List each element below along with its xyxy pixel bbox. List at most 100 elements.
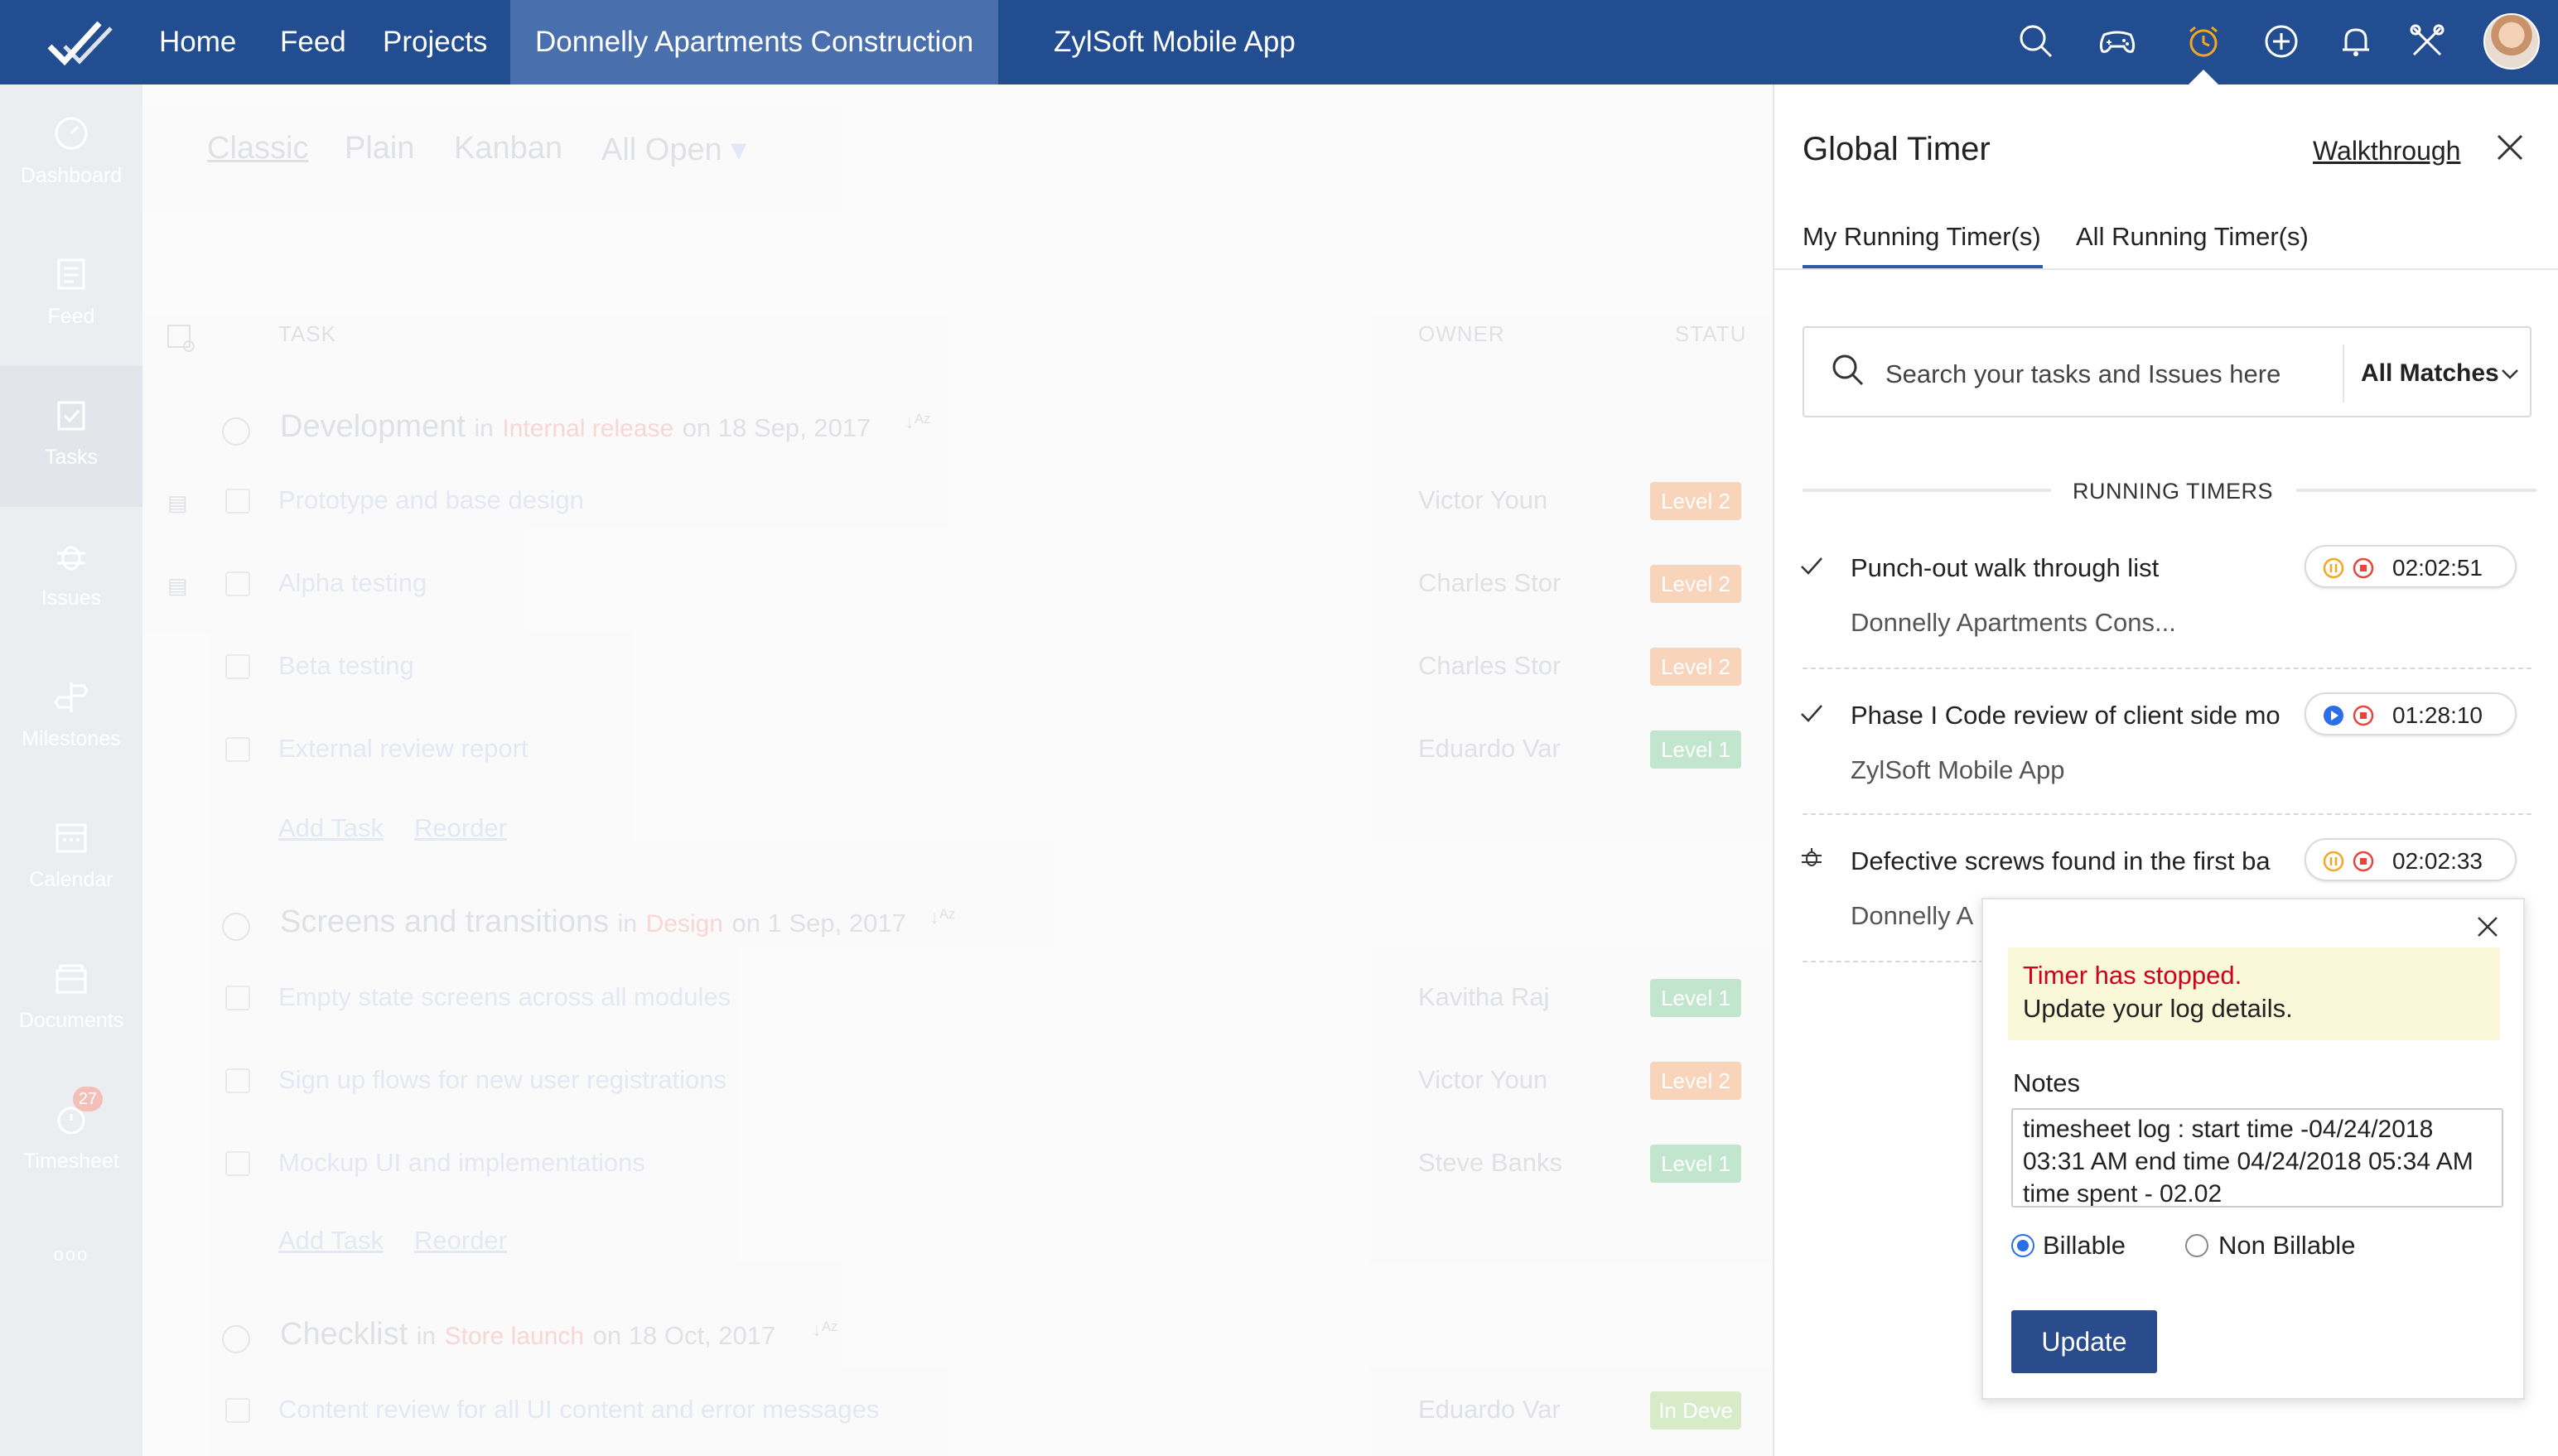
search-input[interactable]: Search your tasks and Issues here xyxy=(1885,359,2280,389)
timer-icon[interactable] xyxy=(2182,20,2225,63)
add-task-link[interactable]: Add Task xyxy=(278,813,384,843)
sort-icon[interactable]: ↓ᴬᶻ xyxy=(812,1319,837,1342)
chevron-down-icon[interactable] xyxy=(2500,364,2520,384)
billable-radio[interactable] xyxy=(2011,1234,2034,1257)
task-checkbox[interactable] xyxy=(225,986,250,1010)
status-badge[interactable]: Level 2 xyxy=(1650,1062,1741,1100)
close-icon[interactable] xyxy=(2475,914,2500,939)
group-collapse-toggle[interactable] xyxy=(222,1325,250,1353)
timer-controls: 02:02:51 xyxy=(2305,545,2517,588)
status-badge[interactable]: Level 2 xyxy=(1650,565,1741,603)
stop-icon[interactable] xyxy=(2353,557,2374,579)
sidebar-item-dashboard[interactable]: Dashboard xyxy=(0,84,142,225)
comment-icon[interactable]: ▤ xyxy=(167,573,188,599)
sidebar-item-label: Timesheet xyxy=(23,1150,119,1173)
task-checkbox[interactable] xyxy=(225,571,250,596)
group-collapse-toggle[interactable] xyxy=(222,913,250,941)
tab-all-running-timers[interactable]: All Running Timer(s) xyxy=(2076,222,2309,252)
status-badge[interactable]: Level 2 xyxy=(1650,648,1741,686)
search-icon[interactable] xyxy=(2015,20,2058,63)
view-tab-classic[interactable]: Classic xyxy=(207,131,308,166)
task-checkbox[interactable] xyxy=(225,737,250,762)
comment-icon[interactable]: ▤ xyxy=(167,490,188,516)
task-name[interactable]: Empty state screens across all modules xyxy=(278,982,731,1012)
add-task-link[interactable]: Add Task xyxy=(278,1226,384,1256)
task-owner: Eduardo Var xyxy=(1418,734,1561,763)
task-checkbox[interactable] xyxy=(225,654,250,679)
stop-icon[interactable] xyxy=(2353,705,2374,726)
group-collapse-toggle[interactable] xyxy=(222,417,250,446)
billable-label[interactable]: Billable xyxy=(2043,1231,2126,1261)
nav-feed[interactable]: Feed xyxy=(280,0,346,84)
task-name[interactable]: Alpha testing xyxy=(278,568,427,598)
timer-issue-title[interactable]: Defective screws found in the first ba xyxy=(1851,846,2298,876)
sidebar-item-label: Milestones xyxy=(22,727,121,750)
pause-icon[interactable] xyxy=(2323,557,2344,579)
task-name[interactable]: Prototype and base design xyxy=(278,485,584,515)
sidebar-item-timesheet[interactable]: Timesheet 27 xyxy=(0,1070,142,1211)
feed-icon xyxy=(57,258,85,290)
panel-title: Global Timer xyxy=(1803,131,1991,167)
pause-icon[interactable] xyxy=(2323,851,2344,872)
sort-icon[interactable]: ↓ᴬᶻ xyxy=(905,411,930,434)
non-billable-label[interactable]: Non Billable xyxy=(2218,1231,2355,1261)
nav-home[interactable]: Home xyxy=(159,0,236,84)
sidebar-item-label: Feed xyxy=(47,305,95,328)
task-checkbox[interactable] xyxy=(225,1398,250,1423)
task-owner: Charles Stor xyxy=(1418,568,1561,597)
add-icon[interactable] xyxy=(2260,20,2303,63)
sidebar-item-issues[interactable]: Issues xyxy=(0,507,142,648)
timer-task-title[interactable]: Punch-out walk through list xyxy=(1851,553,2298,583)
update-button[interactable]: Update xyxy=(2011,1310,2157,1373)
task-name[interactable]: Content review for all UI content and er… xyxy=(278,1395,879,1425)
view-tab-plain[interactable]: Plain xyxy=(345,131,415,166)
nav-project-zylsoft[interactable]: ZylSoft Mobile App xyxy=(1054,0,1296,84)
task-owner: Victor Youn xyxy=(1418,485,1548,514)
task-search-box[interactable]: Search your tasks and Issues here All Ma… xyxy=(1803,326,2531,417)
status-badge[interactable]: Level 1 xyxy=(1650,979,1741,1017)
stop-icon[interactable] xyxy=(2353,851,2374,872)
task-name[interactable]: Mockup UI and implementations xyxy=(278,1148,645,1178)
sidebar-item-label: Tasks xyxy=(45,446,98,469)
more-menu-icon[interactable]: ooo xyxy=(0,1244,142,1294)
task-checkbox[interactable] xyxy=(225,1068,250,1093)
tab-my-running-timers[interactable]: My Running Timer(s) xyxy=(1803,222,2041,252)
filter-label: All Open xyxy=(601,133,722,167)
walkthrough-link[interactable]: Walkthrough xyxy=(2313,136,2460,166)
filter-dropdown[interactable]: All Open ▾ xyxy=(601,131,746,168)
tools-icon[interactable] xyxy=(2406,20,2449,63)
task-name[interactable]: Sign up flows for new user registrations xyxy=(278,1065,726,1095)
nav-projects[interactable]: Projects xyxy=(383,0,487,84)
group-header: Screens and transitions in Design on 1 S… xyxy=(280,904,906,939)
sidebar-item-feed[interactable]: Feed xyxy=(0,225,142,366)
sidebar-item-calendar[interactable]: Calendar xyxy=(0,788,142,929)
task-name[interactable]: External review report xyxy=(278,734,528,764)
timer-task-title[interactable]: Phase I Code review of client side mo xyxy=(1851,701,2298,730)
match-filter-select[interactable]: All Matches xyxy=(2361,359,2499,388)
non-billable-radio[interactable] xyxy=(2185,1234,2208,1257)
view-tab-kanban[interactable]: Kanban xyxy=(454,131,562,166)
task-name[interactable]: Beta testing xyxy=(278,651,414,681)
nav-project-donnelly[interactable]: Donnelly Apartments Construction xyxy=(510,0,999,84)
play-icon[interactable] xyxy=(2323,705,2344,726)
bell-icon[interactable] xyxy=(2334,20,2377,63)
status-badge[interactable]: Level 2 xyxy=(1650,482,1741,520)
sort-icon[interactable]: ↓ᴬᶻ xyxy=(929,906,955,929)
task-checkbox[interactable] xyxy=(225,1151,250,1176)
status-badge[interactable]: Level 1 xyxy=(1650,730,1741,769)
reorder-link[interactable]: Reorder xyxy=(414,813,507,843)
notes-field[interactable]: timesheet log : start time -04/24/2018 0… xyxy=(2011,1108,2503,1208)
gamepad-icon[interactable] xyxy=(2096,20,2139,63)
user-avatar[interactable] xyxy=(2483,13,2540,70)
task-checkbox[interactable] xyxy=(225,489,250,513)
sidebar-item-tasks[interactable]: Tasks xyxy=(0,366,142,507)
sidebar-item-documents[interactable]: Documents xyxy=(0,929,142,1070)
sidebar-item-milestones[interactable]: Milestones xyxy=(0,648,142,788)
close-icon[interactable] xyxy=(2495,133,2525,162)
column-header-task: TASK xyxy=(278,321,336,346)
status-badge[interactable]: In Deve xyxy=(1650,1391,1741,1429)
reorder-link[interactable]: Reorder xyxy=(414,1226,507,1256)
status-badge[interactable]: Level 1 xyxy=(1650,1145,1741,1183)
column-settings-icon[interactable] xyxy=(166,323,195,353)
app-logo-icon[interactable] xyxy=(46,18,114,68)
